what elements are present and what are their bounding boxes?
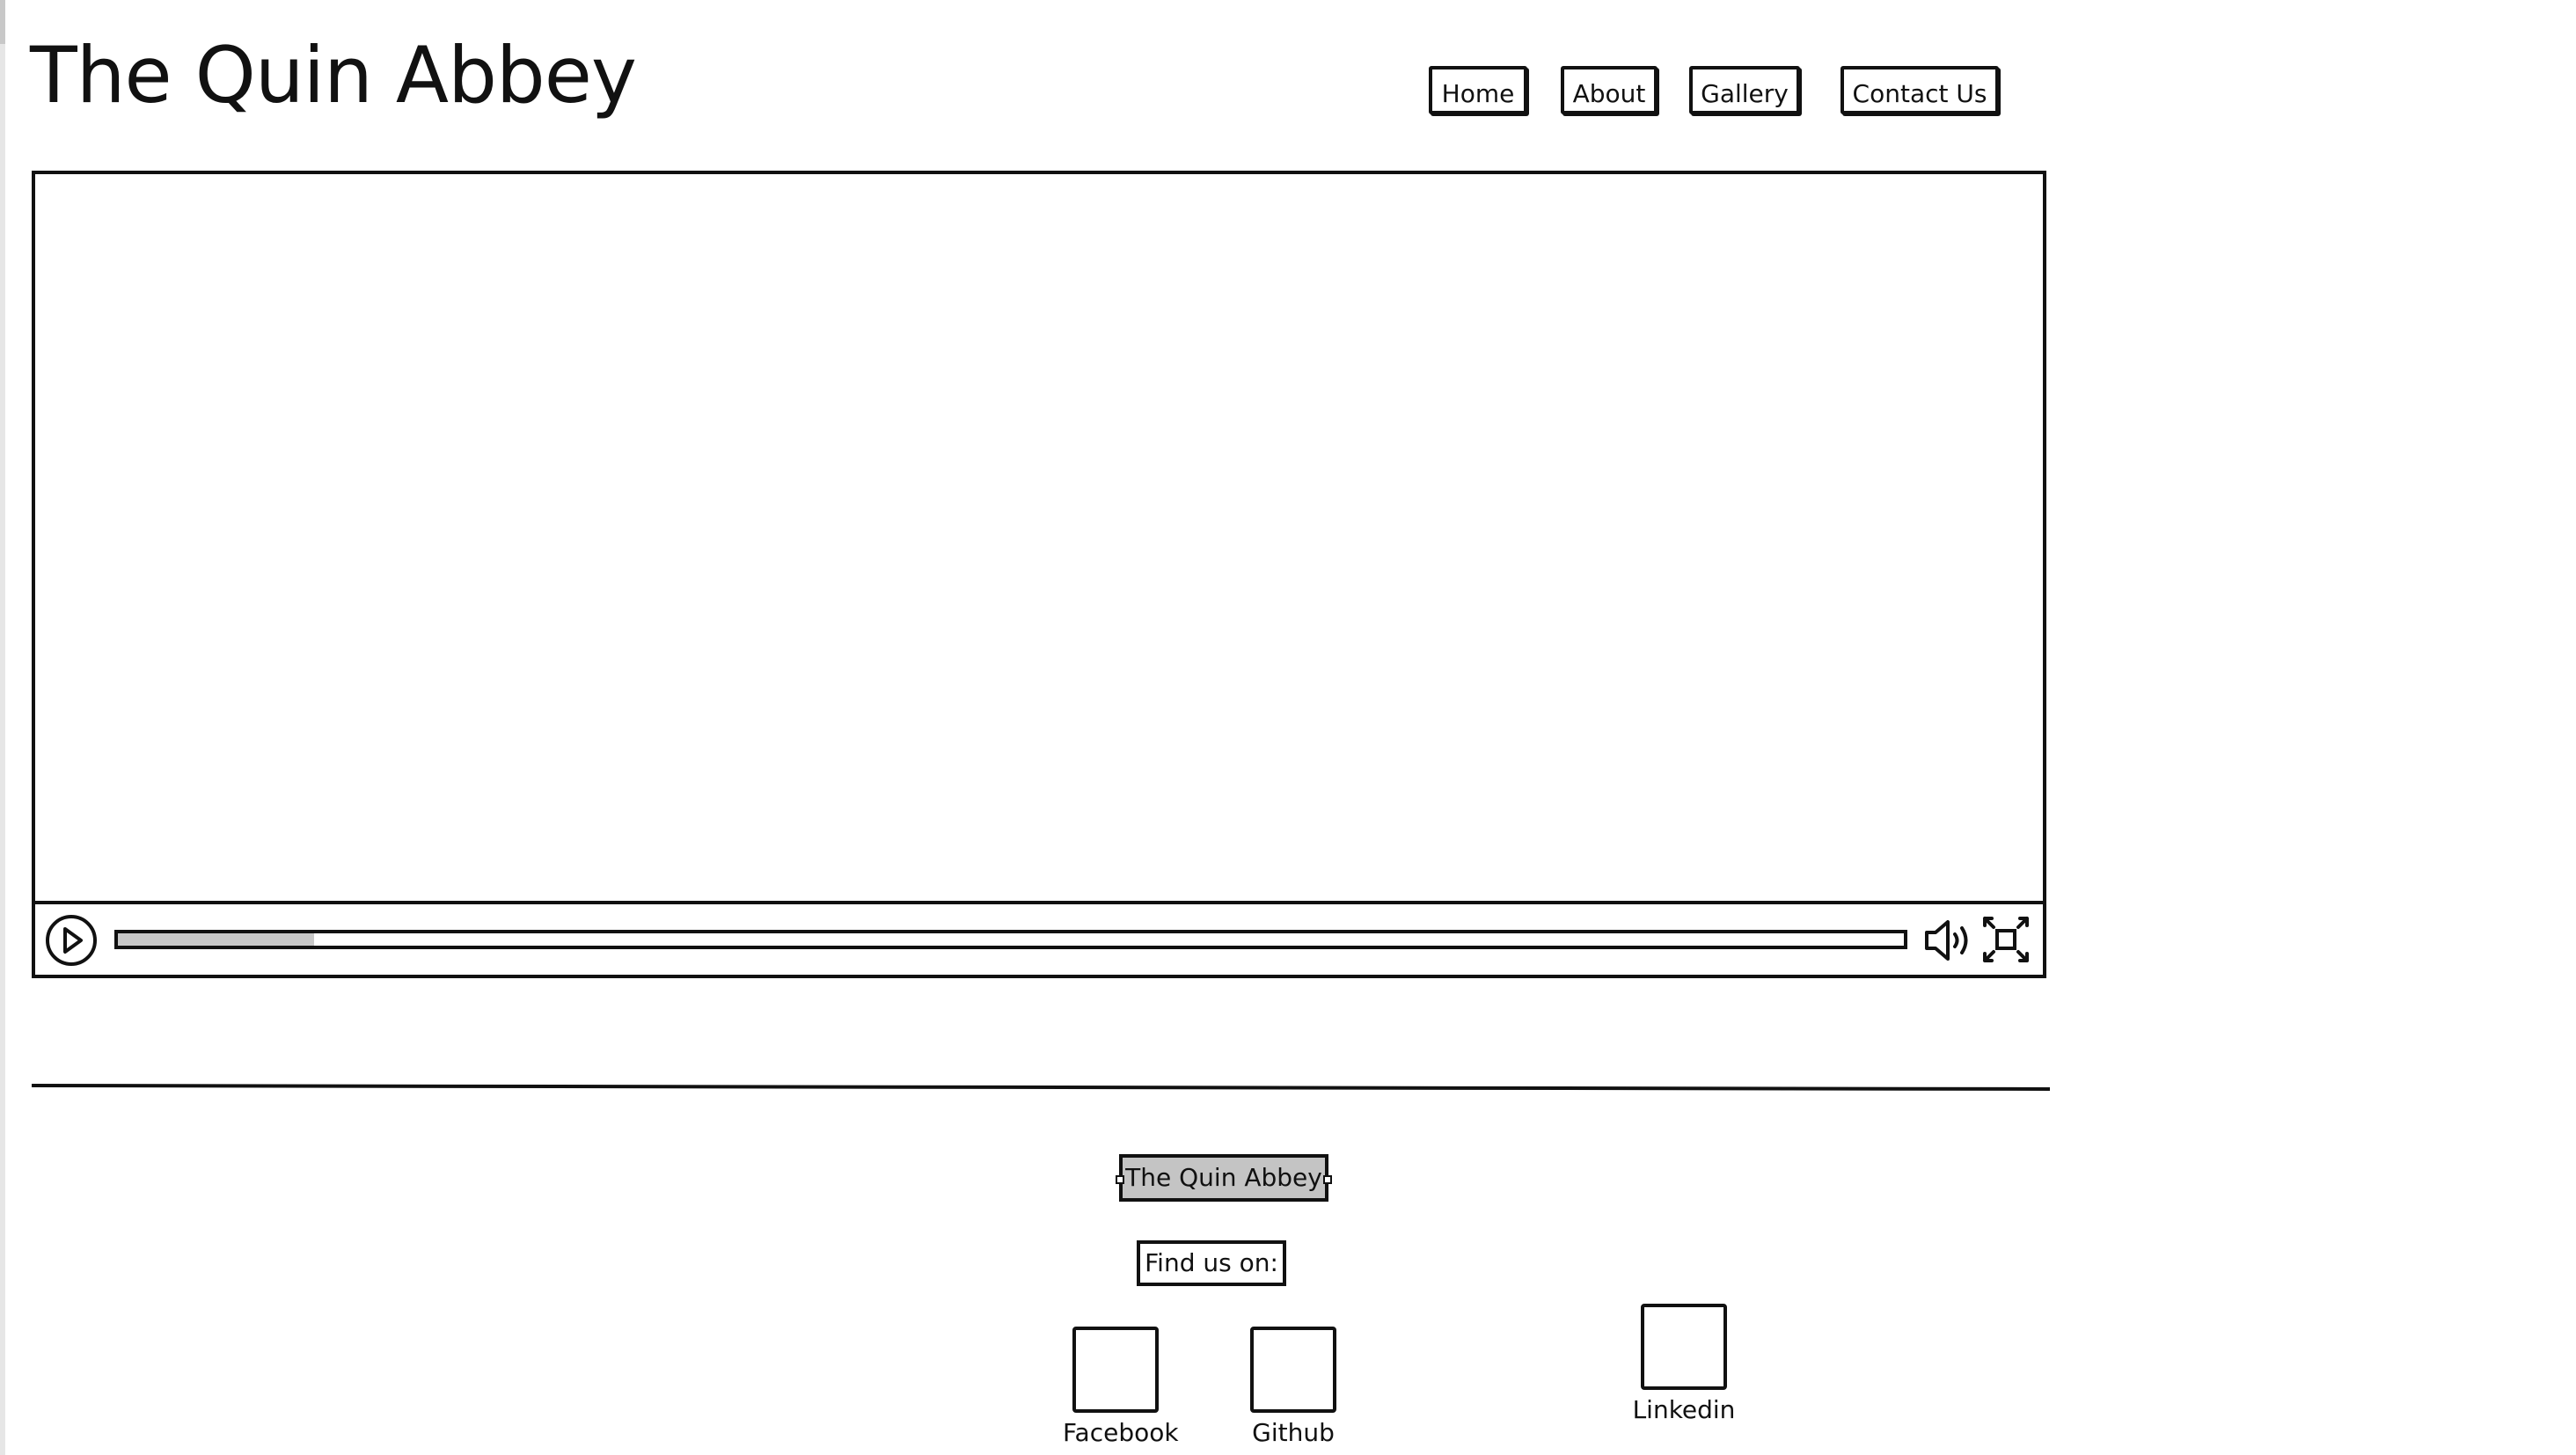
footer-title: The Quin Abbey (1116, 1154, 1332, 1202)
footer-divider (31, 1083, 2051, 1092)
social-linkedin[interactable]: Linkedin (1631, 1304, 1737, 1424)
nav-about-button[interactable]: About (1561, 66, 1658, 114)
social-linkedin-label: Linkedin (1632, 1395, 1736, 1424)
window-left-edge (0, 0, 5, 1455)
progress-bar[interactable] (114, 930, 1907, 949)
play-icon[interactable] (44, 913, 99, 968)
nav-gallery-button[interactable]: Gallery (1689, 66, 1800, 114)
find-us-label: Find us on: (1137, 1240, 1286, 1286)
github-icon[interactable] (1250, 1327, 1336, 1413)
social-facebook[interactable]: Facebook (1063, 1327, 1179, 1447)
linkedin-icon[interactable] (1641, 1304, 1727, 1390)
social-facebook-label: Facebook (1063, 1418, 1179, 1447)
social-github-label: Github (1252, 1418, 1335, 1447)
facebook-icon[interactable] (1072, 1327, 1159, 1413)
window-left-edge-top (0, 0, 5, 44)
nav-contact-button[interactable]: Contact Us (1841, 66, 1999, 114)
video-player[interactable] (32, 171, 2046, 978)
nav-home-button[interactable]: Home (1429, 66, 1527, 114)
video-controls (35, 901, 2043, 975)
progress-fill (118, 933, 315, 946)
site-title: The Quin Abbey (30, 30, 637, 121)
volume-icon[interactable] (1921, 915, 1974, 966)
social-github[interactable]: Github (1240, 1327, 1346, 1447)
fullscreen-icon[interactable] (1981, 915, 2031, 964)
